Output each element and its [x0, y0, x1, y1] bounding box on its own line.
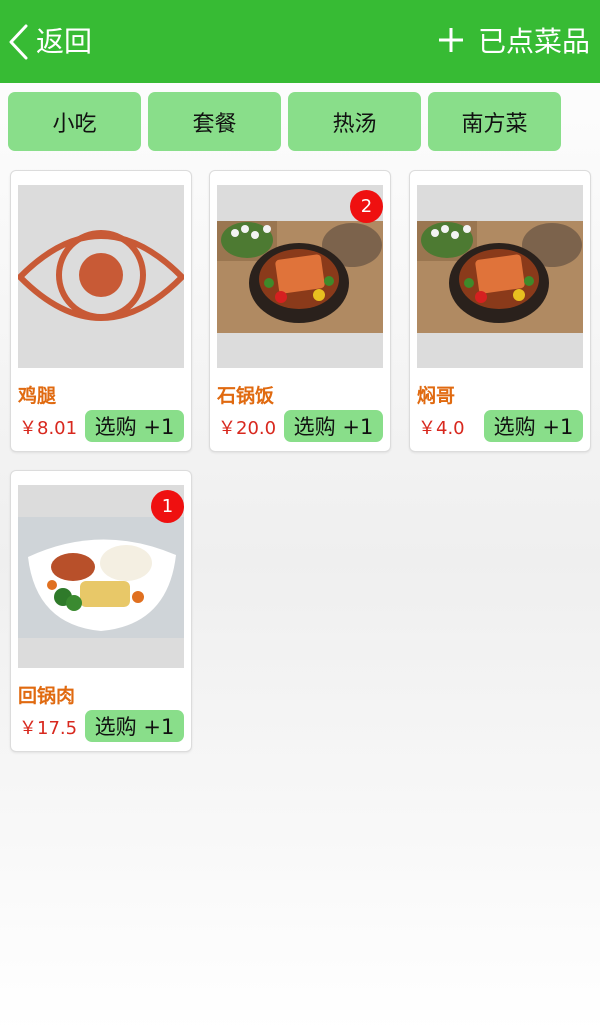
order-count-badge: 1	[151, 490, 184, 523]
tab-set-meals[interactable]: 套餐	[148, 92, 281, 151]
eye-placeholder-icon	[18, 230, 184, 321]
dish-name: 鸡腿	[18, 385, 57, 407]
dish-card[interactable]: 2 石锅饭 ￥20.0 选购 +1	[209, 170, 391, 452]
add-to-order-button[interactable]: 选购 +1	[484, 410, 583, 442]
ordered-dishes-label: 已点菜品	[477, 25, 590, 58]
ordered-dishes-button[interactable]: 已点菜品	[438, 18, 590, 66]
chevron-left-icon	[6, 22, 32, 62]
back-label: 返回	[36, 25, 93, 58]
dish-card[interactable]: 焖哥 ￥4.0 选购 +1	[409, 170, 591, 452]
plus-icon	[438, 27, 464, 57]
tab-hot-soup[interactable]: 热汤	[288, 92, 421, 151]
dish-name: 焖哥	[417, 385, 456, 407]
dish-price: ￥20.0	[218, 418, 277, 439]
tab-southern-dishes[interactable]: 南方菜	[428, 92, 561, 151]
dish-card[interactable]: 鸡腿 ￥8.01 选购 +1	[10, 170, 192, 452]
dish-price: ￥4.0	[418, 418, 465, 439]
dish-name: 回锅肉	[18, 685, 76, 707]
dish-price: ￥17.5	[19, 718, 78, 739]
dish-image	[417, 185, 583, 368]
back-button[interactable]: 返回	[6, 18, 92, 66]
add-to-order-button[interactable]: 选购 +1	[85, 710, 184, 742]
dish-card[interactable]: 1 回锅肉 ￥17.5 选购 +1	[10, 470, 192, 752]
order-count-badge: 2	[350, 190, 383, 223]
add-to-order-button[interactable]: 选购 +1	[85, 410, 184, 442]
dish-price: ￥8.01	[19, 418, 78, 439]
category-tabs: 小吃 套餐 热汤 南方菜	[8, 92, 561, 151]
dish-image	[18, 185, 184, 368]
dish-name: 石锅饭	[217, 385, 275, 407]
add-to-order-button[interactable]: 选购 +1	[284, 410, 383, 442]
top-bar: 返回 已点菜品	[0, 0, 600, 83]
tab-snacks[interactable]: 小吃	[8, 92, 141, 151]
stone-pot-dish-photo	[417, 185, 583, 368]
